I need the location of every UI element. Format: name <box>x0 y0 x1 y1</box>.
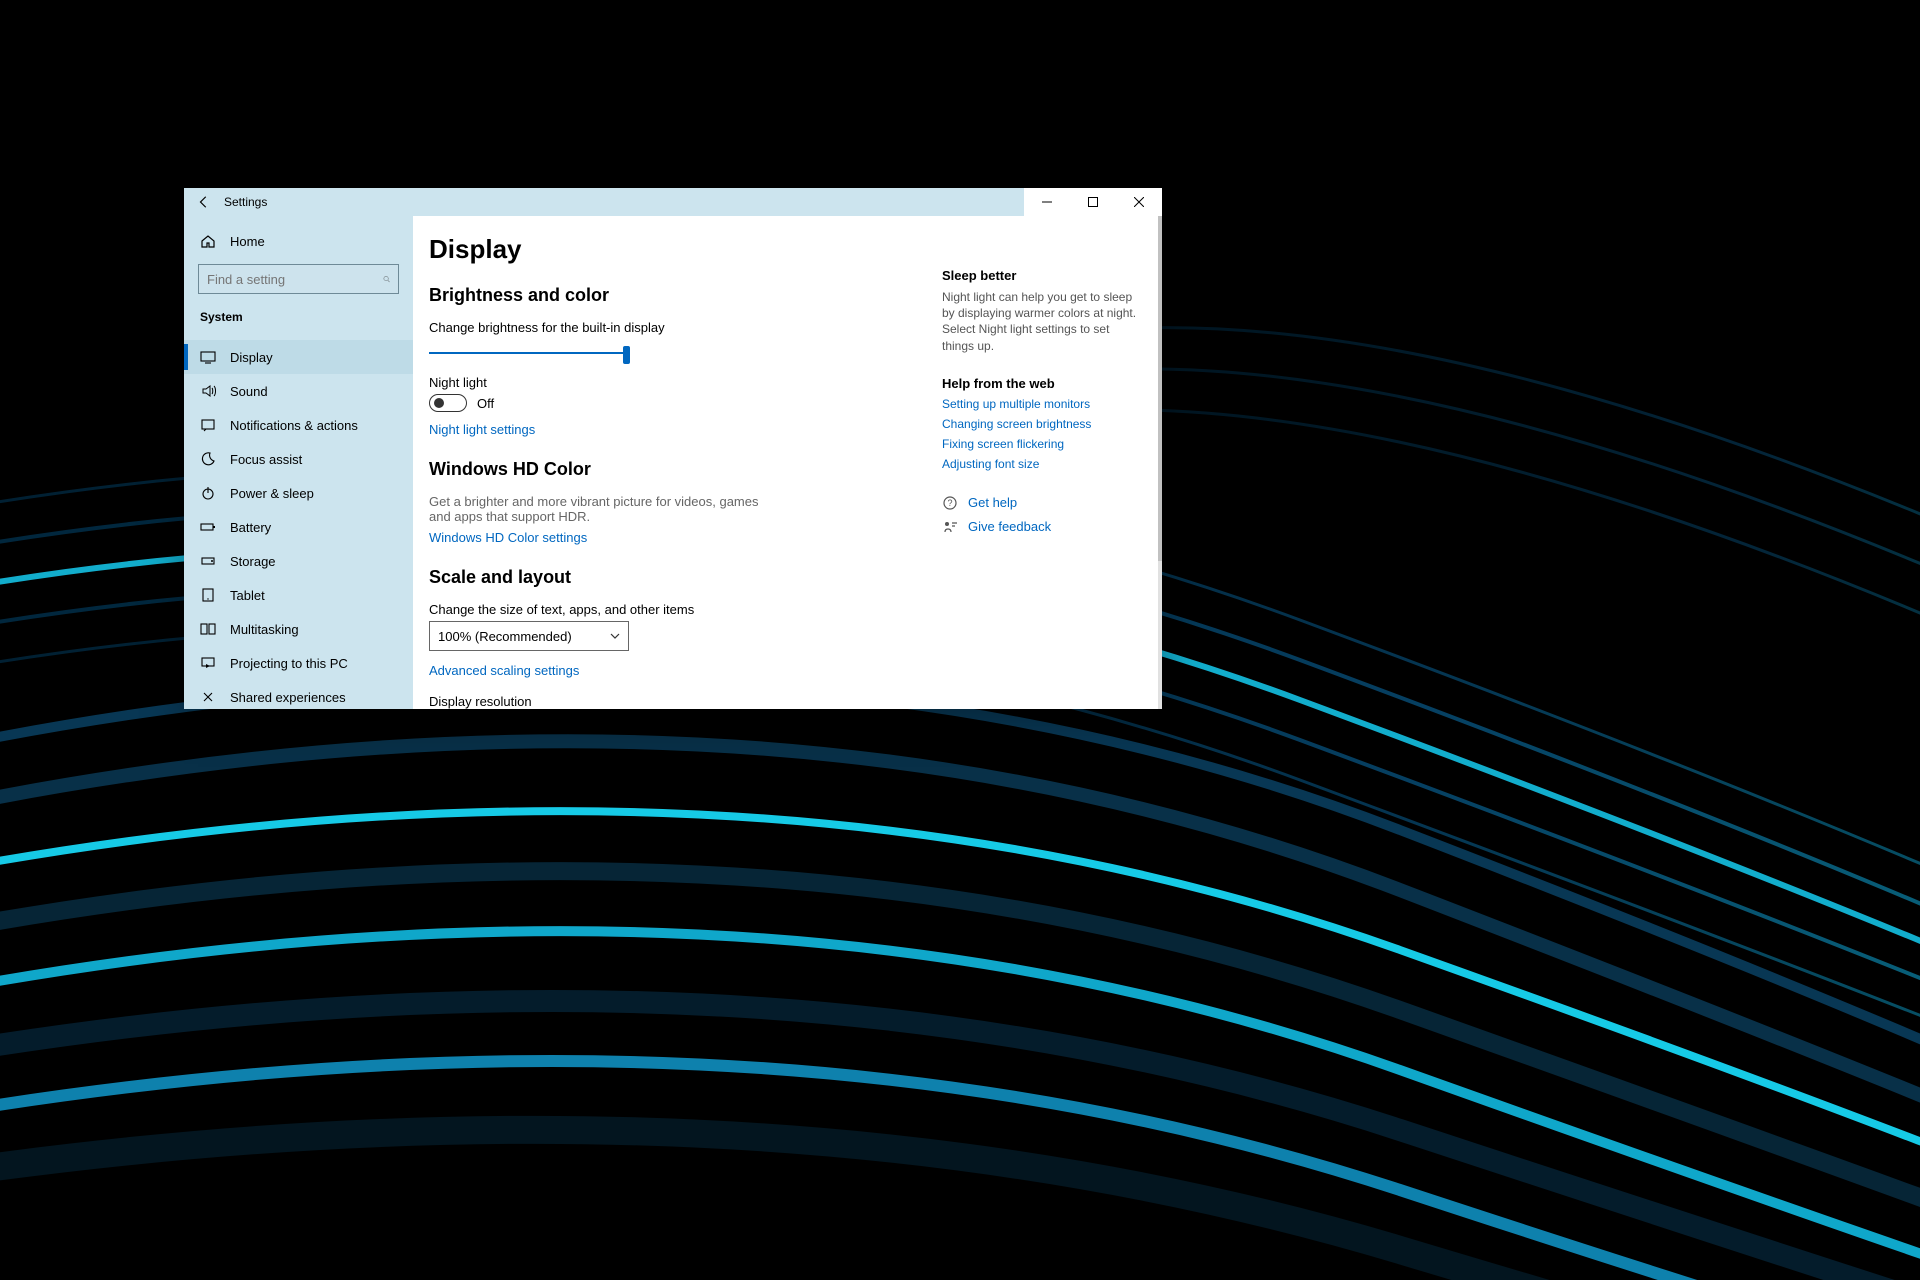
home-icon <box>200 233 216 249</box>
sidebar-item-battery[interactable]: Battery <box>184 510 413 544</box>
hd-color-description: Get a brighter and more vibrant picture … <box>429 494 769 524</box>
window-minimize-button[interactable] <box>1024 188 1070 216</box>
arrow-left-icon <box>197 195 211 209</box>
give-feedback-label: Give feedback <box>968 519 1051 534</box>
section-scale-layout: Scale and layout <box>429 567 926 588</box>
sidebar-item-label: Battery <box>230 520 271 535</box>
battery-icon <box>200 519 216 535</box>
sidebar: Home System Display Sound Notifications … <box>184 216 413 709</box>
content-main: Display Brightness and color Change brig… <box>413 216 942 709</box>
hd-color-settings-link[interactable]: Windows HD Color settings <box>429 530 587 545</box>
sidebar-category: System <box>184 304 413 332</box>
sidebar-item-projecting[interactable]: Projecting to this PC <box>184 646 413 680</box>
titlebar: Settings <box>184 188 1162 216</box>
scale-label: Change the size of text, apps, and other… <box>429 602 926 617</box>
brightness-slider[interactable] <box>429 341 627 365</box>
back-button[interactable] <box>184 188 224 216</box>
help-link-font-size[interactable]: Adjusting font size <box>942 457 1142 471</box>
section-brightness-color: Brightness and color <box>429 285 926 306</box>
sidebar-item-label: Projecting to this PC <box>230 656 348 671</box>
search-box[interactable] <box>198 264 399 294</box>
sidebar-item-label: Focus assist <box>230 452 302 467</box>
sidebar-item-display[interactable]: Display <box>184 340 413 374</box>
svg-text:?: ? <box>947 498 952 508</box>
sidebar-item-label: Tablet <box>230 588 265 603</box>
sound-icon <box>200 383 216 399</box>
help-link-multiple-monitors[interactable]: Setting up multiple monitors <box>942 397 1142 411</box>
brightness-slider-label: Change brightness for the built-in displ… <box>429 320 926 335</box>
storage-icon <box>200 553 216 569</box>
advanced-scaling-link[interactable]: Advanced scaling settings <box>429 663 579 678</box>
sidebar-item-label: Sound <box>230 384 268 399</box>
display-icon <box>200 349 216 365</box>
night-light-label: Night light <box>429 375 926 390</box>
page-title: Display <box>429 234 926 265</box>
sleep-better-body: Night light can help you get to sleep by… <box>942 289 1142 354</box>
search-input[interactable] <box>207 272 383 287</box>
help-link-screen-flickering[interactable]: Fixing screen flickering <box>942 437 1142 451</box>
sidebar-item-notifications[interactable]: Notifications & actions <box>184 408 413 442</box>
notifications-icon <box>200 417 216 433</box>
sidebar-item-label: Shared experiences <box>230 690 346 705</box>
sidebar-item-label: Display <box>230 350 273 365</box>
close-icon <box>1134 197 1144 207</box>
resolution-label: Display resolution <box>429 694 926 709</box>
section-windows-hd-color: Windows HD Color <box>429 459 926 480</box>
content-scrollbar[interactable] <box>1158 216 1162 709</box>
focus-assist-icon <box>200 451 216 467</box>
sidebar-item-sound[interactable]: Sound <box>184 374 413 408</box>
night-light-settings-link[interactable]: Night light settings <box>429 422 535 437</box>
slider-thumb[interactable] <box>623 346 630 364</box>
content-area: Display Brightness and color Change brig… <box>413 216 1162 709</box>
tablet-icon <box>200 587 216 603</box>
sidebar-item-tablet[interactable]: Tablet <box>184 578 413 612</box>
chevron-down-icon <box>610 631 620 641</box>
feedback-icon <box>942 519 958 535</box>
sidebar-item-multitasking[interactable]: Multitasking <box>184 612 413 646</box>
shared-experiences-icon <box>200 689 216 705</box>
sidebar-item-storage[interactable]: Storage <box>184 544 413 578</box>
help-from-web-title: Help from the web <box>942 376 1142 391</box>
settings-window: Settings Home System <box>184 188 1162 709</box>
window-close-button[interactable] <box>1116 188 1162 216</box>
help-icon: ? <box>942 495 958 511</box>
get-help-link[interactable]: ? Get help <box>942 495 1142 511</box>
scale-dropdown[interactable]: 100% (Recommended) <box>429 621 629 651</box>
sidebar-item-label: Storage <box>230 554 276 569</box>
scrollbar-thumb[interactable] <box>1158 216 1162 561</box>
sidebar-item-label: Multitasking <box>230 622 299 637</box>
scale-value: 100% (Recommended) <box>438 629 572 644</box>
get-help-label: Get help <box>968 495 1017 510</box>
night-light-toggle[interactable]: Off <box>429 394 926 412</box>
sidebar-item-label: Power & sleep <box>230 486 314 501</box>
sidebar-item-label: Notifications & actions <box>230 418 358 433</box>
power-icon <box>200 485 216 501</box>
maximize-icon <box>1088 197 1098 207</box>
window-maximize-button[interactable] <box>1070 188 1116 216</box>
sidebar-item-shared-experiences[interactable]: Shared experiences <box>184 680 413 709</box>
sidebar-item-home[interactable]: Home <box>184 224 413 258</box>
sleep-better-title: Sleep better <box>942 268 1142 283</box>
toggle-state: Off <box>477 396 494 411</box>
window-title: Settings <box>224 195 267 209</box>
help-link-screen-brightness[interactable]: Changing screen brightness <box>942 417 1142 431</box>
minimize-icon <box>1042 197 1052 207</box>
projecting-icon <box>200 655 216 671</box>
sidebar-item-focus-assist[interactable]: Focus assist <box>184 442 413 476</box>
multitasking-icon <box>200 621 216 637</box>
search-icon <box>383 272 390 286</box>
give-feedback-link[interactable]: Give feedback <box>942 519 1142 535</box>
sidebar-item-power-sleep[interactable]: Power & sleep <box>184 476 413 510</box>
content-side: Sleep better Night light can help you ge… <box>942 216 1162 709</box>
sidebar-item-label: Home <box>230 234 265 249</box>
toggle-switch[interactable] <box>429 394 467 412</box>
slider-track <box>429 352 627 354</box>
